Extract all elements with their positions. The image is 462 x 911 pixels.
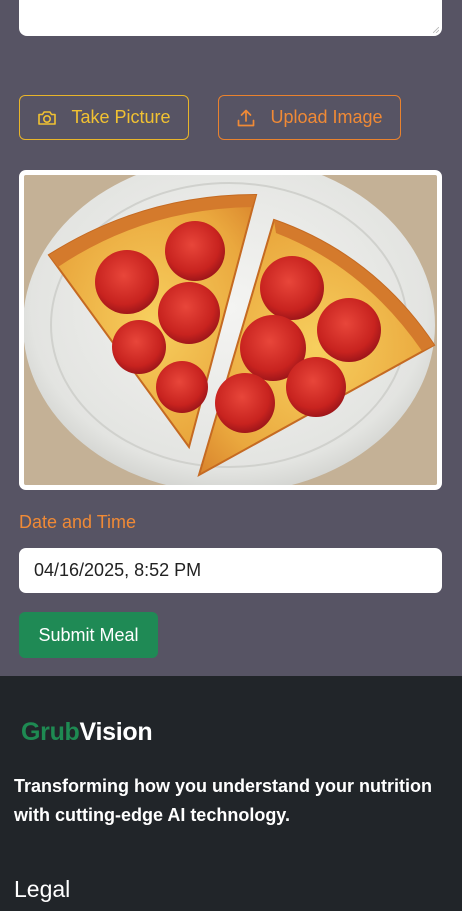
legal-heading: Legal xyxy=(14,876,71,902)
date-time-label: Date and Time xyxy=(19,512,137,532)
take-picture-button[interactable]: Take Picture xyxy=(19,95,189,140)
upload-icon xyxy=(238,109,255,126)
pizza-photo xyxy=(24,175,437,485)
resize-grip-icon[interactable] xyxy=(433,27,439,33)
submit-meal-button[interactable]: Submit Meal xyxy=(19,612,158,658)
take-picture-label: Take Picture xyxy=(71,107,171,127)
meal-form: Take Picture Upload Image Date and Time … xyxy=(0,0,462,676)
meal-image-preview xyxy=(19,170,442,490)
upload-image-button[interactable]: Upload Image xyxy=(218,95,401,140)
notes-textarea[interactable] xyxy=(19,0,442,36)
brand-grub: Grub xyxy=(21,718,80,746)
upload-image-label: Upload Image xyxy=(270,107,383,127)
camera-icon xyxy=(38,110,57,125)
page: Take Picture Upload Image Date and Time … xyxy=(0,0,462,911)
brand-logo[interactable]: GrubVision xyxy=(21,718,153,747)
date-time-value: 04/16/2025, 8:52 PM xyxy=(34,560,202,580)
site-footer: GrubVision Transforming how you understa… xyxy=(0,676,462,911)
footer-tagline: Transforming how you understand your nut… xyxy=(14,776,432,825)
brand-vision: Vision xyxy=(79,718,153,746)
date-time-input[interactable]: 04/16/2025, 8:52 PM xyxy=(19,548,442,593)
